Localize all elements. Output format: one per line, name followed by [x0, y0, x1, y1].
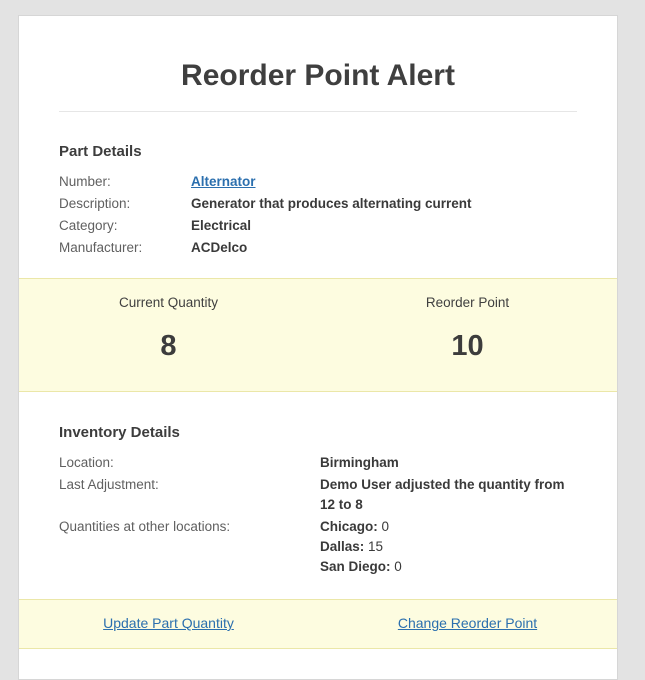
part-category-value: Electrical: [191, 218, 252, 233]
other-location-item: Chicago: 0: [320, 517, 577, 537]
other-locations-list: Chicago: 0 Dallas: 15 San Diego: 0: [320, 517, 577, 579]
other-location-name: San Diego:: [319, 559, 391, 574]
other-location-qty: 0: [394, 559, 402, 574]
part-details-section: Part Details Number: Alternator Descript…: [19, 112, 617, 260]
page-title: Reorder Point Alert: [181, 59, 455, 92]
other-location-qty: 15: [368, 539, 384, 554]
location-label: Location:: [59, 455, 114, 470]
current-quantity-value: 8: [160, 330, 177, 362]
other-location-name: Dallas:: [319, 539, 365, 554]
location-row: Location: Birmingham: [59, 453, 577, 475]
part-description-value: Generator that produces alternating curr…: [191, 196, 472, 211]
part-details-heading: Part Details: [59, 143, 142, 160]
part-description-label: Description:: [59, 196, 131, 211]
other-location-name: Chicago:: [319, 519, 378, 534]
change-reorder-point-link[interactable]: Change Reorder Point: [398, 615, 537, 631]
part-manufacturer-value: ACDelco: [191, 240, 248, 255]
part-details-table: Number: Alternator Description: Generato…: [59, 172, 472, 260]
actions-band: Update Part Quantity Change Reorder Poin…: [19, 599, 617, 649]
other-location-item: Dallas: 15: [320, 537, 577, 557]
location-value: Birmingham: [319, 455, 399, 470]
last-adjustment-label: Last Adjustment:: [59, 477, 159, 492]
change-reorder-point-cell: Change Reorder Point: [318, 615, 617, 633]
part-number-row: Number: Alternator: [59, 172, 472, 194]
inventory-details-section: Inventory Details Location: Birmingham L…: [19, 392, 617, 579]
inventory-details-table: Location: Birmingham Last Adjustment: De…: [59, 453, 577, 579]
part-manufacturer-row: Manufacturer: ACDelco: [59, 238, 472, 260]
other-location-qty: 0: [381, 519, 390, 534]
other-locations-label: Quantities at other locations:: [59, 519, 231, 534]
update-quantity-cell: Update Part Quantity: [19, 615, 318, 633]
last-adjustment-row: Last Adjustment: Demo User adjusted the …: [59, 475, 577, 517]
part-manufacturer-label: Manufacturer:: [59, 240, 143, 255]
last-adjustment-value: Demo User adjusted the quantity from 12 …: [319, 477, 565, 512]
current-quantity-block: Current Quantity 8: [19, 279, 318, 391]
reorder-point-block: Reorder Point 10: [318, 279, 617, 391]
part-category-label: Category:: [59, 218, 118, 233]
current-quantity-label: Current Quantity: [118, 295, 219, 310]
part-category-row: Category: Electrical: [59, 216, 472, 238]
reorder-point-label: Reorder Point: [425, 295, 510, 310]
part-number-label: Number:: [59, 174, 111, 189]
part-description-row: Description: Generator that produces alt…: [59, 194, 472, 216]
inventory-details-heading: Inventory Details: [59, 424, 180, 441]
quantity-summary-band: Current Quantity 8 Reorder Point 10: [19, 278, 617, 392]
part-number-link[interactable]: Alternator: [191, 174, 256, 189]
alert-card: Reorder Point Alert Part Details Number:…: [18, 15, 618, 680]
part-number-value: Alternator: [191, 172, 472, 194]
update-part-quantity-link[interactable]: Update Part Quantity: [103, 615, 234, 631]
reorder-point-value: 10: [451, 330, 484, 362]
other-locations-row: Quantities at other locations: Chicago: …: [59, 517, 577, 579]
other-location-item: San Diego: 0: [320, 557, 577, 577]
